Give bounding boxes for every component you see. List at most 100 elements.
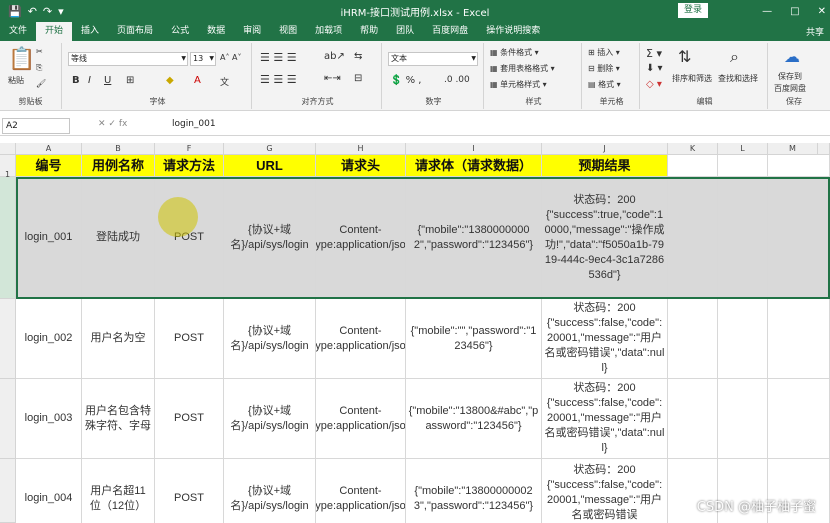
- cancel-icon[interactable]: ✕: [98, 119, 106, 129]
- tab-data[interactable]: 数据: [198, 22, 234, 41]
- baidu-cloud-icon[interactable]: ☁: [784, 47, 800, 66]
- empty-cell[interactable]: [768, 299, 830, 379]
- tab-review[interactable]: 审阅: [234, 22, 270, 41]
- cell-expected[interactable]: 状态码：200 {"success":false,"code":20001,"m…: [542, 379, 668, 459]
- customize-icon[interactable]: ▾: [58, 5, 64, 18]
- find-select-button[interactable]: 查找和选择: [718, 73, 758, 84]
- cell-body[interactable]: {"mobile":"13800000002","password":"1234…: [406, 177, 542, 299]
- font-name-combo[interactable]: 等线 ▼: [68, 52, 188, 66]
- wrap-text-icon[interactable]: ⇆: [354, 51, 362, 62]
- empty-cell[interactable]: [718, 299, 768, 379]
- empty-cell[interactable]: [768, 155, 830, 177]
- cell-name[interactable]: 登陆成功: [82, 177, 155, 299]
- cell-header[interactable]: Content-Type:application/json: [316, 299, 406, 379]
- cell-expected[interactable]: 状态码：200 {"success":true,"code":10000,"me…: [542, 177, 668, 299]
- header-cell[interactable]: 编号: [16, 155, 82, 177]
- cell-name[interactable]: 用户名包含特殊字符、字母: [82, 379, 155, 459]
- header-cell[interactable]: 预期结果: [542, 155, 668, 177]
- delete-cells-button[interactable]: ⊟ 删除 ▾: [588, 63, 620, 74]
- undo-icon[interactable]: ↶: [28, 5, 37, 18]
- cell-id[interactable]: login_003: [16, 379, 82, 459]
- table-format-button[interactable]: ▦ 套用表格格式 ▾: [490, 63, 555, 74]
- conditional-format-button[interactable]: ▦ 条件格式 ▾: [490, 47, 539, 58]
- orientation-icon[interactable]: ab↗: [324, 51, 345, 62]
- tab-addins[interactable]: 加载项: [306, 22, 351, 41]
- fill-color-icon[interactable]: ◆: [166, 75, 174, 86]
- tab-file[interactable]: 文件: [0, 22, 36, 41]
- tab-insert[interactable]: 插入: [72, 22, 108, 41]
- close-button[interactable]: ✕: [818, 6, 826, 17]
- currency-icon[interactable]: 💲 % ,: [390, 75, 422, 86]
- tab-page-layout[interactable]: 页面布局: [108, 22, 162, 41]
- insert-cells-button[interactable]: ⊞ 插入 ▾: [588, 47, 620, 58]
- font-size-combo[interactable]: 13 ▼: [190, 52, 216, 66]
- name-box[interactable]: A2: [2, 118, 70, 134]
- cell-name[interactable]: 用户名超11位（12位）: [82, 459, 155, 523]
- sort-filter-icon[interactable]: ⇅: [678, 47, 691, 66]
- border-icon[interactable]: ⊞: [126, 75, 134, 86]
- header-cell[interactable]: URL: [224, 155, 316, 177]
- paste-button[interactable]: 粘贴: [8, 75, 24, 86]
- tab-home[interactable]: 开始: [36, 22, 73, 41]
- cell-method[interactable]: POST: [155, 299, 224, 379]
- cell-expected[interactable]: 状态码：200 {"success":false,"code":20001,"m…: [542, 459, 668, 523]
- row-header[interactable]: 3: [0, 299, 16, 403]
- format-painter-icon[interactable]: 🖌: [36, 79, 46, 88]
- save-icon[interactable]: 💾: [8, 5, 22, 18]
- cell-url[interactable]: {协议+域名}/api/sys/login: [224, 177, 316, 299]
- enter-icon[interactable]: ✓: [108, 119, 116, 129]
- fill-icon[interactable]: ⬇ ▾: [646, 63, 663, 74]
- empty-cell[interactable]: [768, 379, 830, 459]
- cell-url[interactable]: {协议+域名}/api/sys/login: [224, 459, 316, 523]
- cell-header[interactable]: Content-Type:application/json: [316, 379, 406, 459]
- share-button[interactable]: 共享: [806, 25, 824, 38]
- empty-cell[interactable]: [718, 379, 768, 459]
- grow-font-icon[interactable]: A˄ A˅: [220, 53, 242, 62]
- header-cell[interactable]: 请求头: [316, 155, 406, 177]
- column-header[interactable]: I: [406, 143, 542, 155]
- cell-method[interactable]: POST: [155, 379, 224, 459]
- column-header[interactable]: [818, 143, 830, 155]
- cell-header[interactable]: Content-Type:application/json: [316, 177, 406, 299]
- column-header[interactable]: B: [82, 143, 155, 155]
- merge-icon[interactable]: ⊟: [354, 73, 362, 84]
- header-cell[interactable]: 请求体（请求数据）: [406, 155, 542, 177]
- tab-formulas[interactable]: 公式: [162, 22, 198, 41]
- decimal-icon[interactable]: .0 .00: [444, 75, 470, 85]
- number-format-combo[interactable]: 文本 ▼: [388, 52, 478, 66]
- formula-input[interactable]: login_001: [172, 119, 216, 129]
- row-header[interactable]: 2: [0, 177, 16, 331]
- column-header[interactable]: M: [768, 143, 818, 155]
- empty-cell[interactable]: [668, 177, 718, 299]
- empty-cell[interactable]: [668, 155, 718, 177]
- header-cell[interactable]: 用例名称: [82, 155, 155, 177]
- tab-tell-me[interactable]: 操作说明搜索: [477, 22, 549, 41]
- login-button[interactable]: 登录: [678, 3, 708, 18]
- column-header[interactable]: L: [718, 143, 768, 155]
- copy-icon[interactable]: ⎘: [36, 63, 42, 73]
- cell-id[interactable]: login_001: [16, 177, 82, 299]
- column-header[interactable]: J: [542, 143, 668, 155]
- tab-help[interactable]: 帮助: [351, 22, 387, 41]
- cell-method[interactable]: POST: [155, 459, 224, 523]
- find-icon[interactable]: ⌕: [730, 47, 739, 67]
- empty-cell[interactable]: [718, 155, 768, 177]
- phonetic-icon[interactable]: 文: [220, 75, 229, 88]
- cell-name[interactable]: 用户名为空: [82, 299, 155, 379]
- italic-button[interactable]: I: [88, 75, 91, 86]
- cell-body[interactable]: {"mobile":"138000000023","password":"123…: [406, 459, 542, 523]
- cell-header[interactable]: Content-Type:application/json: [316, 459, 406, 523]
- cell-body[interactable]: {"mobile":"13800&#abc","password":"12345…: [406, 379, 542, 459]
- empty-cell[interactable]: [668, 299, 718, 379]
- cell-method[interactable]: POST: [155, 177, 224, 299]
- cut-icon[interactable]: ✂: [36, 47, 43, 56]
- minimize-button[interactable]: —: [762, 6, 772, 17]
- align-top-icon[interactable]: ☰ ☰ ☰: [260, 51, 297, 64]
- format-cells-button[interactable]: ▤ 格式 ▾: [588, 79, 621, 90]
- tab-team[interactable]: 团队: [387, 22, 423, 41]
- tab-baidu[interactable]: 百度网盘: [423, 22, 477, 41]
- column-header[interactable]: H: [316, 143, 406, 155]
- maximize-button[interactable]: □: [790, 6, 799, 17]
- row-header[interactable]: [0, 459, 16, 523]
- indent-icon[interactable]: ⇤⇥: [324, 73, 341, 84]
